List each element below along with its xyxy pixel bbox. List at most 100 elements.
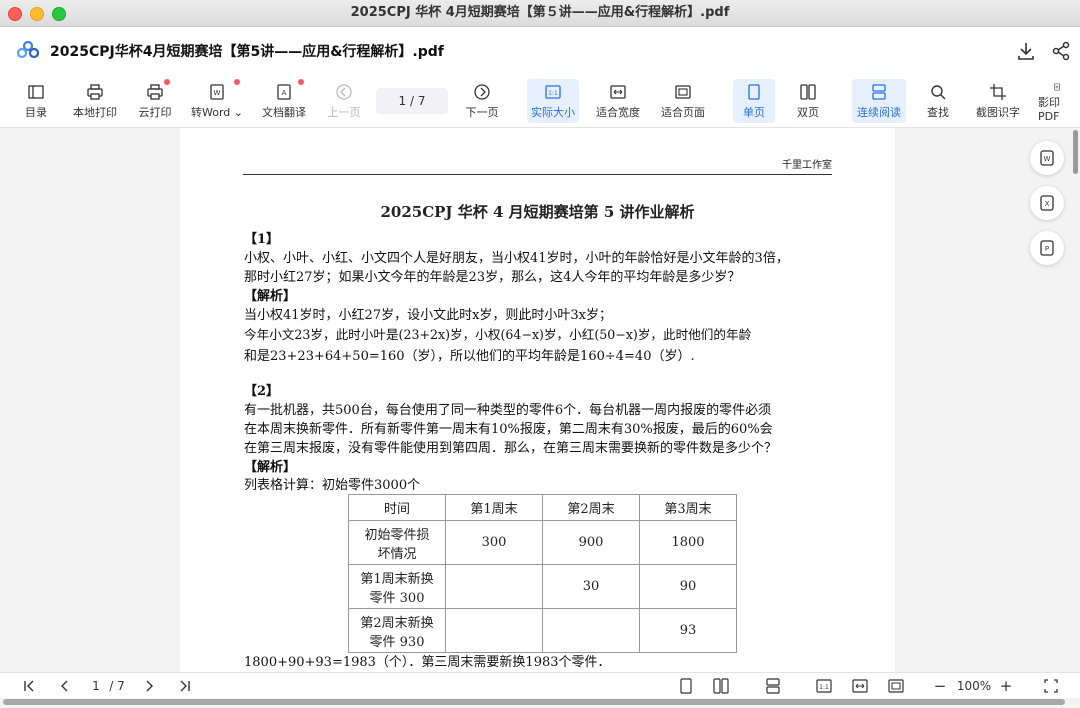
horizontal-scrollbar[interactable] [0, 698, 1080, 708]
actual-size-icon: 1:1 [545, 85, 561, 99]
single-page-button[interactable]: 单页 [733, 79, 775, 123]
table-cell [445, 608, 543, 653]
to-ppt-float-button[interactable]: P [1030, 231, 1064, 265]
q1-solution-line1: 当小权41岁时，小红27岁，设小文此时x岁，则此时小叶3x岁； [244, 308, 613, 323]
continuous-read-label: 连续阅读 [857, 106, 901, 119]
table-cell [542, 608, 640, 653]
search-icon [931, 85, 946, 100]
excel-icon: X [1040, 195, 1054, 211]
crop-ocr-button[interactable]: 截图识字 [972, 79, 1024, 123]
window-titlebar: 2025CPJ 华杯 4月短期赛培【第５讲——应用&行程解析】.pdf [0, 0, 1080, 27]
parts-table: 时间 第1周末 第2周末 第3周末 初始零件损 坏情况 300 900 1800 … [348, 494, 737, 653]
double-page-button[interactable]: 双页 [788, 79, 828, 123]
single-page-label: 单页 [743, 106, 765, 119]
to-excel-float-button[interactable]: X [1030, 186, 1064, 220]
fit-width-button[interactable]: 适合宽度 [593, 79, 643, 123]
prev-page-button[interactable]: 上一页 [325, 79, 363, 123]
horizontal-scroll-thumb[interactable] [3, 699, 1065, 705]
bottom-bar: 1 / 7 1:1 − 100% + [0, 672, 1080, 699]
continuous-bottom-icon[interactable] [765, 677, 781, 695]
table-cell: 1800 [639, 520, 737, 565]
zoom-out-button[interactable]: − [933, 677, 947, 695]
double-page-icon [800, 84, 816, 100]
fit-width-bottom-icon[interactable] [852, 677, 868, 695]
to-word-label: 转Word ⌄ [191, 106, 243, 119]
bottom-page-total: / 7 [109, 679, 125, 693]
document-viewer[interactable]: 千里工作室 2025CPJ 华杯 4 月短期赛培第 5 讲作业解析 【1】 小权… [0, 128, 1080, 672]
q1-line2: 那时小红27岁；如果小文今年的年龄是23岁，那么，这4人今年的平均年龄是多少岁？ [244, 270, 741, 285]
row-label: 第2周末新换 零件 930 [348, 608, 446, 653]
svg-text:A: A [282, 89, 287, 97]
last-page-icon[interactable] [178, 677, 192, 695]
toc-button[interactable]: 目录 [20, 79, 52, 123]
q1-solution-line2: 今年小文23岁，此时小叶是(23+2x)岁，小权(64−x)岁，小红(50−x)… [244, 327, 752, 342]
download-icon[interactable] [1015, 40, 1037, 62]
close-window-button[interactable] [8, 7, 22, 21]
bottom-page-number[interactable]: 1 [90, 677, 102, 695]
vertical-scrollbar[interactable] [1073, 130, 1078, 174]
to-word-button[interactable]: W 转Word ⌄ [190, 79, 244, 123]
window-title: 2025CPJ 华杯 4月短期赛培【第５讲——应用&行程解析】.pdf [350, 5, 730, 20]
zoom-in-button[interactable]: + [999, 677, 1013, 695]
crop-ocr-label: 截图识字 [976, 106, 1020, 119]
table-row: 第1周末新换 零件 300 30 90 [348, 564, 737, 609]
row-label: 第1周末新换 零件 300 [348, 564, 446, 609]
first-page-icon[interactable] [22, 677, 36, 695]
word-icon: W [210, 84, 224, 100]
translate-icon: A [277, 84, 291, 100]
actual-size-button[interactable]: 1:1 实际大小 [527, 79, 579, 123]
table-row: 初始零件损 坏情况 300 900 1800 [348, 520, 737, 565]
scan-pdf-button[interactable]: 影印PDF [1038, 79, 1080, 123]
translate-label: 文档翻译 [262, 106, 306, 119]
continuous-read-button[interactable]: 连续阅读 [852, 79, 906, 123]
document-title: 2025CPJ华杯4月短期赛培【第5讲——应用&行程解析】.pdf [50, 44, 444, 60]
fit-width-label: 适合宽度 [596, 106, 640, 119]
prev-page-label: 上一页 [327, 106, 361, 119]
fit-page-button[interactable]: 适合页面 [658, 79, 708, 123]
fit-width-icon [610, 85, 626, 99]
toolbar: 目录 本地打印 云打印 W 转Word ⌄ A 文档翻译 上一页 1 / 7 下… [0, 75, 1080, 128]
continuous-icon [872, 84, 886, 100]
fit-page-bottom-icon[interactable] [888, 677, 904, 695]
next-page-bottom-icon[interactable] [142, 677, 156, 695]
prev-page-bottom-icon[interactable] [58, 677, 72, 695]
translate-badge [298, 79, 304, 85]
fit-page-icon [675, 85, 691, 99]
q2-line2: 在本周末换新零件．所有新零件第一周末有10%报废，第二周末有30%报废，最后的6… [244, 422, 773, 437]
chevron-down-icon: ⌄ [233, 106, 243, 119]
local-print-label: 本地打印 [73, 106, 117, 119]
page-number-field[interactable]: 1 / 7 [376, 88, 448, 114]
crop-ocr-icon [990, 84, 1006, 100]
actual-size-bottom-icon[interactable]: 1:1 [816, 677, 832, 695]
share-icon[interactable] [1050, 40, 1072, 62]
q1-number: 【1】 [244, 232, 280, 247]
table-cell: 300 [445, 520, 543, 565]
table-cell: 90 [639, 564, 737, 609]
zoom-level[interactable]: 100% [955, 677, 993, 695]
search-label: 查找 [927, 106, 949, 119]
printer-icon [87, 84, 103, 100]
q2-number: 【2】 [244, 384, 280, 399]
q2-line1: 有一批机器，共500台，每台使用了同一种类型的零件6个．每台机器一周内报废的零件… [244, 403, 772, 418]
zoom-window-button[interactable] [52, 7, 66, 21]
table-cell: 900 [542, 520, 640, 565]
single-page-bottom-icon[interactable] [678, 677, 694, 695]
search-button[interactable]: 查找 [920, 79, 956, 123]
page-title: 2025CPJ 华杯 4 月短期赛培第 5 讲作业解析 [380, 203, 695, 221]
toc-icon [28, 85, 44, 99]
fullscreen-icon[interactable] [1043, 677, 1059, 695]
double-page-bottom-icon[interactable] [713, 677, 729, 695]
next-page-button[interactable]: 下一页 [463, 79, 501, 123]
cloud-print-label: 云打印 [138, 106, 172, 119]
translate-button[interactable]: A 文档翻译 [260, 79, 308, 123]
table-cell: 30 [542, 564, 640, 609]
ppt-icon: P [1040, 240, 1054, 256]
double-page-label: 双页 [797, 106, 819, 119]
q2-solution-heading: 【解析】 [244, 460, 297, 475]
svg-text:P: P [1045, 245, 1049, 253]
local-print-button[interactable]: 本地打印 [70, 79, 120, 123]
minimize-window-button[interactable] [30, 7, 44, 21]
cloud-print-button[interactable]: 云打印 [136, 79, 174, 123]
q2-solution-line2: 1800+90+93=1983（个）．第三周末需要新换1983个零件． [244, 655, 611, 670]
to-word-float-button[interactable]: W [1030, 141, 1064, 175]
